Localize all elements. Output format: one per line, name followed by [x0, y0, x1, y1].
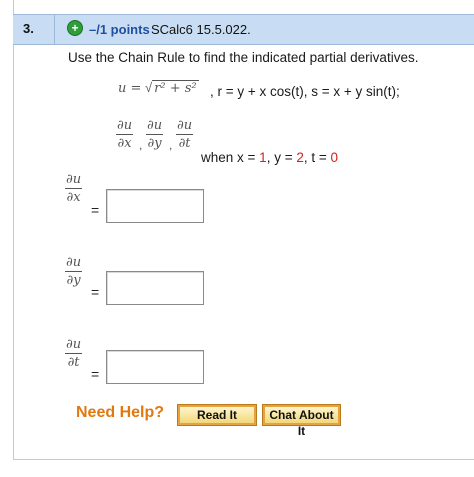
question-reference: SCalc6 15.5.022.: [151, 22, 251, 37]
equals-sign: =: [91, 202, 100, 218]
y-value: 2: [296, 150, 304, 165]
separator: ,: [139, 138, 143, 152]
partial-u-y: ∂u ∂y: [146, 118, 164, 151]
answer-input-du-dy[interactable]: [106, 271, 204, 305]
separator: ,: [169, 138, 173, 152]
chat-about-it-button[interactable]: Chat About It: [262, 404, 341, 438]
need-help-label: Need Help?: [76, 404, 165, 421]
answer-input-du-dx[interactable]: [106, 189, 204, 223]
t-value: 0: [330, 150, 338, 165]
answer-label-du-dy: ∂u ∂y: [65, 255, 83, 288]
answer-input-du-dt[interactable]: [106, 350, 204, 384]
equals-sign: =: [91, 366, 100, 382]
radicand: r² + s²: [152, 80, 199, 96]
instruction-text: Use the Chain Rule to find the indicated…: [68, 50, 419, 65]
u-equals: u =: [118, 81, 142, 96]
x-value: 1: [259, 150, 267, 165]
points-label: –/1 points: [89, 22, 150, 37]
equals-sign: =: [91, 284, 100, 300]
evaluation-point: when x = 1, y = 2, t = 0: [201, 150, 338, 165]
partial-u-x: ∂u ∂x: [116, 118, 134, 151]
relations-text: , r = y + x cos(t), s = x + y sin(t);: [210, 84, 400, 99]
question-number: 3.: [23, 21, 34, 36]
partial-u-t: ∂u ∂t: [176, 118, 194, 151]
header-divider: [54, 15, 55, 44]
answer-label-du-dt: ∂u ∂t: [65, 337, 83, 370]
u-definition: u = √ r² + s²: [118, 80, 199, 96]
question-header: 3. + –/1 points SCalc6 15.5.022.: [13, 14, 474, 45]
plus-icon[interactable]: +: [68, 21, 82, 35]
answer-label-du-dx: ∂u ∂x: [65, 172, 83, 205]
question-frame: [13, 0, 474, 460]
read-it-button[interactable]: Read It: [177, 404, 257, 426]
